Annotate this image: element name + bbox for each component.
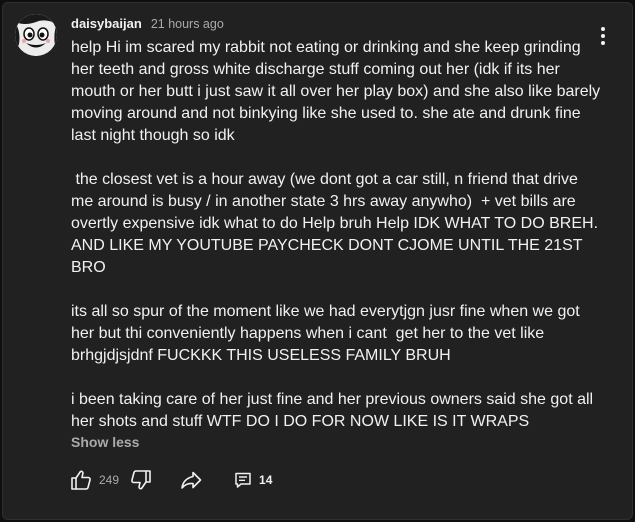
- share-button[interactable]: [179, 468, 203, 492]
- comment-bubble-icon: [235, 472, 251, 488]
- comment-text: help Hi im scared my rabbit not eating o…: [71, 37, 601, 433]
- comment-card: daisybaijan 21 hours ago help Hi im scar…: [2, 2, 633, 520]
- timestamp[interactable]: 21 hours ago: [151, 17, 224, 31]
- author-name[interactable]: daisybaijan: [71, 16, 142, 31]
- comment-header: daisybaijan 21 hours ago: [71, 16, 224, 31]
- reply-count: 14: [259, 473, 273, 487]
- avatar[interactable]: [15, 14, 57, 56]
- comment-paragraph: i been taking care of her just fine and …: [71, 391, 594, 430]
- dislike-button[interactable]: [129, 468, 153, 492]
- replies-button[interactable]: 14: [233, 470, 272, 490]
- share-icon: [181, 471, 202, 489]
- comment-actions: 249 14: [67, 466, 272, 494]
- comment-paragraph: its all so spur of the moment like we ha…: [71, 303, 585, 364]
- show-less-button[interactable]: Show less: [71, 434, 139, 450]
- comment-paragraph: the closest vet is a hour away (we dont …: [71, 171, 602, 276]
- comment-paragraph: help Hi im scared my rabbit not eating o…: [71, 39, 601, 144]
- cartoon-face-icon: [15, 14, 57, 56]
- like-button[interactable]: 249: [69, 468, 119, 492]
- thumbs-down-icon: [131, 470, 151, 490]
- like-count: 249: [99, 473, 120, 487]
- thumbs-up-icon: [71, 470, 91, 490]
